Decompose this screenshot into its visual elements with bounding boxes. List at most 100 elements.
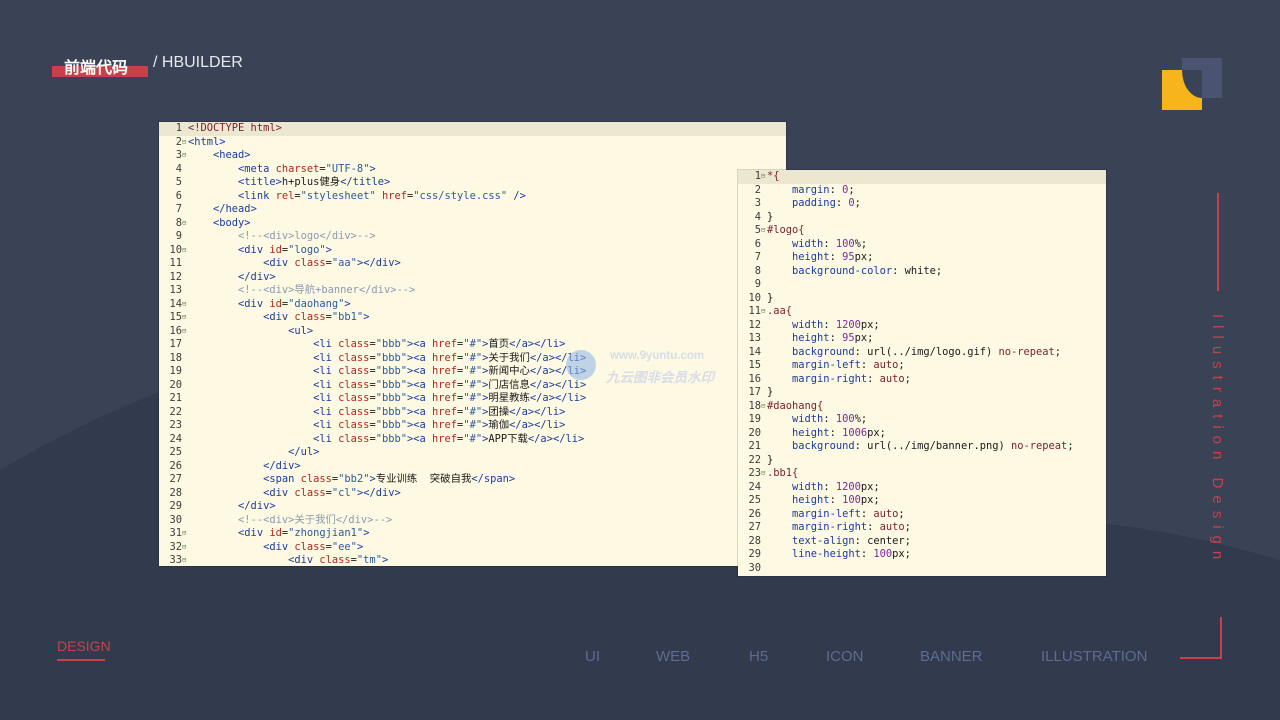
code-line[interactable]: 12 width: 1200px; <box>738 319 1106 333</box>
code-line[interactable]: 17 } <box>738 386 1106 400</box>
line-number: 30 <box>748 561 761 574</box>
code-line[interactable]: 30 <box>738 562 1106 576</box>
code-token: <!--<div>logo</div>--> <box>238 230 376 242</box>
code-token: class <box>338 378 370 391</box>
code-line[interactable]: 19 width: 100%; <box>738 413 1106 427</box>
code-line[interactable]: 11⊟ .aa{ <box>738 305 1106 319</box>
code-line[interactable]: 15 margin-left: auto; <box>738 359 1106 373</box>
code-line[interactable]: 22 <li class="bbb"><a href="#">团操</a></l… <box>159 406 786 420</box>
code-text: <div class="tm"> <box>188 554 388 566</box>
line-number: 15 <box>748 359 761 371</box>
code-token: 100 <box>873 548 893 560</box>
code-token: "#" <box>463 338 483 350</box>
code-line[interactable]: 18⊟ #daohang{ <box>738 400 1106 414</box>
code-line[interactable]: 1 <!DOCTYPE html> <box>159 122 786 136</box>
nav-item-icon[interactable]: ICON <box>826 648 864 665</box>
code-token: 100 <box>842 494 861 506</box>
code-line[interactable]: 2⊟ <html> <box>159 136 786 150</box>
line-number: 13 <box>748 332 761 344</box>
code-line[interactable]: 9 <box>738 278 1106 292</box>
code-line[interactable]: 28 text-align: center; <box>738 535 1106 549</box>
code-line[interactable]: 4 } <box>738 211 1106 225</box>
code-line[interactable]: 16⊟ <ul> <box>159 325 786 339</box>
code-line[interactable]: 30 <!--<div>关于我们</div>--> <box>159 514 786 528</box>
code-line[interactable]: 3 padding: 0; <box>738 197 1106 211</box>
code-line[interactable]: 8 background-color: white; <box>738 265 1106 279</box>
code-token: > <box>363 527 370 539</box>
code-line[interactable]: 23⊟ .bb1{ <box>738 467 1106 481</box>
code-line[interactable]: 1⊟ *{ <box>738 170 1106 184</box>
code-token: ><a <box>406 419 433 431</box>
code-line[interactable]: 16 margin-right: auto; <box>738 373 1106 387</box>
code-line[interactable]: 31⊟ <div id="zhongjian1"> <box>159 527 786 541</box>
code-text: margin: 0; <box>767 184 855 196</box>
code-token: > <box>363 311 370 323</box>
code-token: "#" <box>463 351 483 364</box>
code-line[interactable]: 29 </div> <box>159 500 786 514</box>
code-line[interactable]: 7 </head> <box>159 203 786 217</box>
code-line[interactable]: 2 margin: 0; <box>738 184 1106 198</box>
css-code-editor[interactable]: 1⊟ *{2 margin: 0; 3 padding: 0; 4 } 5⊟ #logo{… <box>738 170 1106 576</box>
code-line[interactable]: 9 <!--<div>logo</div>--> <box>159 230 786 244</box>
code-token: ; <box>854 197 861 209</box>
code-line[interactable]: 32⊟ <div class="ee"> <box>159 541 786 555</box>
code-token: h+plus健身 <box>281 176 341 188</box>
code-line[interactable]: 11 <div class="aa"></div> <box>159 257 786 271</box>
nav-item-banner[interactable]: BANNER <box>920 648 983 665</box>
code-line[interactable]: 25 </ul> <box>159 446 786 460</box>
code-line[interactable]: 27 margin-right: auto; <box>738 521 1106 535</box>
html-code-editor[interactable]: 1 <!DOCTYPE html> 2⊟ <html> 3⊟ <head> 4 <met… <box>159 122 786 566</box>
code-line[interactable]: 12 </div> <box>159 271 786 285</box>
code-token: 新闻中心 <box>488 365 530 377</box>
nav-item-h5[interactable]: H5 <box>749 648 768 665</box>
line-number: 26 <box>748 507 761 520</box>
code-line[interactable]: 14⊟ <div id="daohang"> <box>159 298 786 312</box>
code-line[interactable]: 6 width: 100%; <box>738 238 1106 252</box>
code-line[interactable]: 6 <link rel="stylesheet" href="css/style… <box>159 190 786 204</box>
code-token: </a></li> <box>527 432 585 445</box>
code-line[interactable]: 23 <li class="bbb"><a href="#">瑜伽</a></l… <box>159 419 786 433</box>
code-line[interactable]: 28 <div class="cl"></div> <box>159 487 786 501</box>
code-line[interactable]: 5⊟ #logo{ <box>738 224 1106 238</box>
code-line[interactable]: 26 margin-left: auto; <box>738 508 1106 522</box>
nav-item-illustration[interactable]: ILLUSTRATION <box>1041 648 1147 665</box>
code-line[interactable]: 21 <li class="bbb"><a href="#">明星教练</a><… <box>159 392 786 406</box>
code-line[interactable]: 5 <title>h+plus健身</title> <box>159 176 786 190</box>
code-line[interactable]: 21 background: url(../img/banner.png) no… <box>738 440 1106 454</box>
code-token: href <box>432 378 458 391</box>
code-line[interactable]: 22 } <box>738 454 1106 468</box>
code-line[interactable]: 13 height: 95px; <box>738 332 1106 346</box>
code-line[interactable]: 26 </div> <box>159 460 786 474</box>
nav-item-web[interactable]: WEB <box>656 648 690 665</box>
code-line[interactable]: 8⊟ <body> <box>159 217 786 231</box>
code-line[interactable]: 3⊟ <head> <box>159 149 786 163</box>
nav-item-ui[interactable]: UI <box>585 648 600 665</box>
code-token: no-repeat <box>1011 440 1068 452</box>
code-token: class <box>338 405 370 418</box>
code-token: ><a <box>406 392 433 404</box>
code-line[interactable]: 33⊟ <div class="tm"> <box>159 554 786 566</box>
code-line[interactable]: 27 <span class="bb2">专业训练 突破自我</span> <box>159 473 786 487</box>
code-line[interactable]: 14 background: url(../img/logo.gif) no-r… <box>738 346 1106 360</box>
code-line[interactable]: 4 <meta charset="UTF-8"> <box>159 163 786 177</box>
line-number: 13 <box>169 284 182 296</box>
line-number: 32 <box>169 540 182 553</box>
code-line[interactable]: 25 height: 100px; <box>738 494 1106 508</box>
code-line[interactable]: 10 } <box>738 292 1106 306</box>
line-number: 21 <box>748 440 761 452</box>
code-line[interactable]: 20 height: 1006px; <box>738 427 1106 441</box>
code-line[interactable]: 13 <!--<div>导航+banner</div>--> <box>159 284 786 298</box>
code-line[interactable]: 24 <li class="bbb"><a href="#">APP下载</a>… <box>159 433 786 447</box>
code-line[interactable]: 29 line-height: 100px; <box>738 548 1106 562</box>
code-line[interactable]: 10⊟ <div id="logo"> <box>159 244 786 258</box>
code-line[interactable]: 24 width: 1200px; <box>738 481 1106 495</box>
code-line[interactable]: 15⊟ <div class="bb1"> <box>159 311 786 325</box>
code-token: href <box>432 392 458 404</box>
code-line[interactable]: 7 height: 95px; <box>738 251 1106 265</box>
